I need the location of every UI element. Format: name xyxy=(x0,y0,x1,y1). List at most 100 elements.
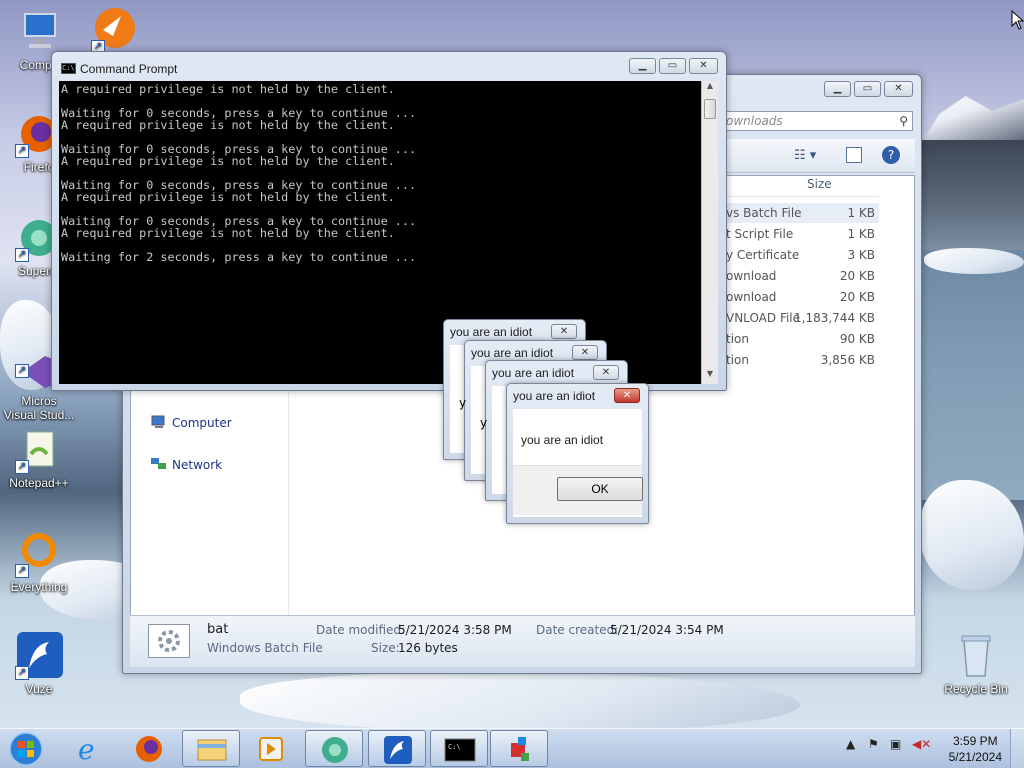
details-size-value: 126 bytes xyxy=(398,641,458,655)
shortcut-arrow-icon: ↗ xyxy=(15,144,29,158)
shortcut-arrow-icon: ↗ xyxy=(15,364,29,378)
vertical-scrollbar[interactable]: ▲ ▼ xyxy=(701,81,718,384)
shortcut-arrow-icon: ↗ xyxy=(15,666,29,680)
cmd-icon: C:\ xyxy=(61,63,76,74)
desktop-icon-notepadpp[interactable]: ↗ Notepad++ xyxy=(4,426,74,490)
supermium-icon xyxy=(322,737,348,763)
minimize-button[interactable]: ▁ xyxy=(629,58,656,74)
mouse-cursor-icon xyxy=(1011,9,1024,33)
close-button[interactable]: ✕ xyxy=(572,345,598,360)
computer-icon xyxy=(15,8,63,56)
console-output[interactable]: A required privilege is not held by the … xyxy=(59,81,701,384)
close-button[interactable]: ✕ xyxy=(551,324,577,339)
taskbar-vuze[interactable] xyxy=(368,730,426,767)
details-size-label: Size: xyxy=(371,641,400,655)
maximize-button[interactable]: ▭ xyxy=(659,58,686,74)
scrollbar-thumb[interactable] xyxy=(704,99,716,119)
clock-date: 5/21/2024 xyxy=(948,750,1002,764)
details-created-label: Date created: xyxy=(536,623,619,637)
taskbar: e C:\ ▲ ⚑ ▣ ◀✕ 3:59 PM 5/21/2024 xyxy=(0,728,1024,768)
network-icon[interactable]: ▣ xyxy=(890,737,901,751)
show-hidden-icons[interactable]: ▲ xyxy=(846,737,855,751)
taskbar-media-player[interactable] xyxy=(242,730,300,767)
nav-item-computer[interactable]: Computer xyxy=(151,415,232,430)
file-row[interactable]: tion 3,856 KB xyxy=(723,350,879,370)
message-box-active[interactable]: you are an idiot ✕ you are an idiot OK xyxy=(506,383,649,524)
close-button[interactable]: ✕ xyxy=(614,388,640,403)
taskbar-explorer[interactable] xyxy=(182,730,240,767)
file-row[interactable]: tion 90 KB xyxy=(723,329,879,349)
start-button[interactable] xyxy=(6,731,46,767)
message-text-partial: y xyxy=(480,416,488,430)
taskbar-internet-explorer[interactable]: e xyxy=(60,730,118,767)
message-box-title: you are an idiot xyxy=(492,366,575,380)
firefox-icon xyxy=(136,736,162,762)
desktop-icon-recycle-bin[interactable]: Recycle Bin xyxy=(940,632,1012,696)
ccleaner-icon: ↗ xyxy=(91,6,139,54)
svg-text:e: e xyxy=(78,733,95,766)
close-button[interactable]: ✕ xyxy=(593,365,619,380)
shortcut-arrow-icon: ↗ xyxy=(15,564,29,578)
search-icon[interactable]: ⚲ xyxy=(899,114,908,128)
close-button[interactable]: ✕ xyxy=(689,58,718,74)
file-row[interactable]: t Script File 1 KB xyxy=(723,224,879,244)
preview-pane-icon[interactable] xyxy=(846,147,862,163)
desktop-icon-ccleaner[interactable]: ↗ xyxy=(80,6,150,56)
scroll-up-icon[interactable]: ▲ xyxy=(703,81,717,96)
details-pane: bat Windows Batch File Date modified: 5/… xyxy=(130,615,915,667)
details-modified-label: Date modified: xyxy=(316,623,406,637)
message-text: you are an idiot xyxy=(521,433,604,447)
recycle-bin-icon xyxy=(952,632,1000,680)
computer-icon xyxy=(151,415,167,429)
vuze-icon xyxy=(384,736,412,764)
details-file-name: bat xyxy=(207,622,229,637)
close-button[interactable]: ✕ xyxy=(884,81,913,97)
file-row[interactable]: VNLOAD File 1,183,744 KB xyxy=(723,308,879,328)
details-modified-value: 5/21/2024 3:58 PM xyxy=(398,623,512,637)
file-row[interactable]: vs Batch File 1 KB xyxy=(723,203,879,223)
taskbar-supermium[interactable] xyxy=(305,730,363,767)
clock-time: 3:59 PM xyxy=(952,734,998,748)
shortcut-arrow-icon: ↗ xyxy=(15,248,29,262)
message-box-title: you are an idiot xyxy=(471,346,554,360)
show-desktop-button[interactable] xyxy=(1010,729,1024,768)
file-row[interactable]: ownload 20 KB xyxy=(723,266,879,286)
shortcut-arrow-icon: ↗ xyxy=(15,460,29,474)
file-row[interactable]: y Certificate 3 KB xyxy=(723,245,879,265)
desktop-icon-label: Recycle Bin xyxy=(944,682,1008,696)
taskbar-firefox[interactable] xyxy=(120,730,178,767)
command-prompt-window[interactable]: C:\ Command Prompt ▁ ▭ ✕ A required priv… xyxy=(51,51,727,391)
clock[interactable]: 3:59 PM 5/21/2024 xyxy=(949,733,1002,765)
wallpaper-ice xyxy=(240,672,800,732)
ok-button[interactable]: OK xyxy=(557,477,643,501)
desktop-icon-everything[interactable]: ↗ Everything xyxy=(4,530,74,594)
everything-icon: ↗ xyxy=(15,530,63,578)
desktop-icon-label: Vuze xyxy=(25,682,53,696)
cmd-window-controls: ▁ ▭ ✕ xyxy=(629,58,718,74)
message-text-partial: y xyxy=(459,396,467,410)
view-options-icon[interactable]: ☷ ▾ xyxy=(794,148,816,163)
action-center-flag-icon[interactable]: ⚑ xyxy=(868,737,879,751)
file-row[interactable]: ownload 20 KB xyxy=(723,287,879,307)
batch-file-icon xyxy=(148,624,190,658)
app-cube-icon xyxy=(511,737,529,761)
window-title: Command Prompt xyxy=(80,62,178,76)
details-file-type: Windows Batch File xyxy=(207,641,323,655)
help-icon[interactable]: ? xyxy=(882,146,900,164)
search-input[interactable]: ownloads ⚲ xyxy=(721,111,913,131)
taskbar-app[interactable] xyxy=(490,730,548,767)
desktop-icon-vuze[interactable]: ↗ Vuze xyxy=(4,632,74,696)
taskbar-command-prompt[interactable]: C:\ xyxy=(430,730,488,767)
wallpaper-rock xyxy=(918,140,1024,250)
svg-text:C:\: C:\ xyxy=(448,743,461,751)
desktop-icon-label: Everything xyxy=(10,580,68,594)
column-header-size[interactable]: Size xyxy=(723,175,879,197)
notepadpp-icon: ↗ xyxy=(15,426,63,474)
minimize-button[interactable]: ▁ xyxy=(824,81,851,97)
desktop-icon-label: Micros Visual Stud... xyxy=(3,394,75,422)
volume-muted-icon[interactable]: ◀✕ xyxy=(912,737,931,751)
internet-explorer-icon: e xyxy=(78,733,95,766)
scroll-down-icon[interactable]: ▼ xyxy=(703,369,717,384)
maximize-button[interactable]: ▭ xyxy=(854,81,881,97)
nav-item-network[interactable]: Network xyxy=(151,457,222,472)
